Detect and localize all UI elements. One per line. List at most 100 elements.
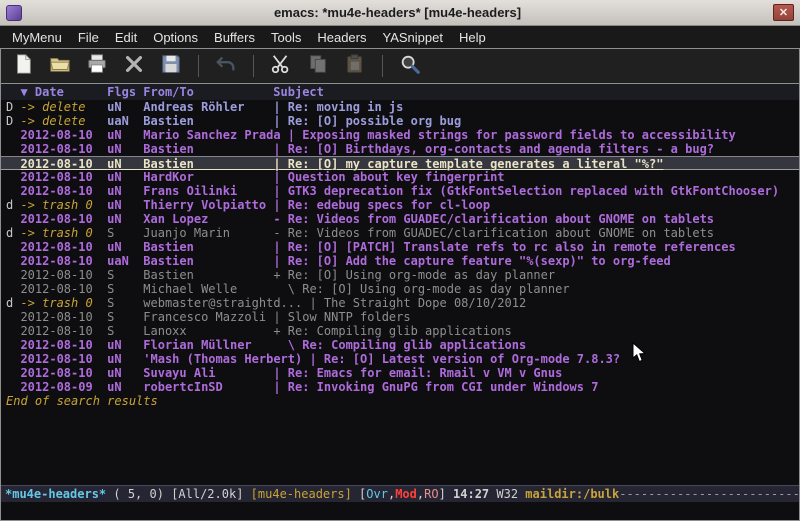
cell-subject: \ Re: Compiling glib applications (273, 338, 526, 352)
menu-yasnippet[interactable]: YASnippet (374, 28, 450, 47)
message-row[interactable]: 2012-08-10 uN Frans Oilinki | GTK3 depre… (1, 184, 799, 198)
cell-flags: S (107, 310, 143, 324)
menu-buffers[interactable]: Buffers (206, 28, 263, 47)
cell-subject: | The Straight Dope 08/10/2012 (309, 296, 526, 310)
toolbar-new-file-button[interactable] (9, 52, 37, 80)
toolbar-close-buffer-button[interactable] (120, 52, 148, 80)
cell-mark (6, 310, 20, 324)
cell-date: 2012-08-10 (20, 212, 107, 226)
menu-options[interactable]: Options (145, 28, 206, 47)
cell-mark: d (6, 296, 20, 310)
message-row[interactable]: d -> trash 0 S webmaster@straightd... | … (1, 296, 799, 310)
modeline-segment: ] (439, 487, 453, 501)
cell-mark (6, 240, 20, 254)
message-row[interactable]: 2012-08-10 uN Bastien | Re: [O] [PATCH] … (1, 240, 799, 254)
cell-from: Bastien (143, 114, 273, 128)
modeline-segment: RO (424, 487, 438, 501)
cell-from: Mario Sanchez Prada (143, 128, 288, 142)
toolbar-separator (253, 55, 254, 77)
cell-date: 2012-08-10 (20, 157, 107, 171)
minibuffer[interactable] (1, 502, 799, 520)
cell-mark (6, 282, 20, 296)
message-row[interactable]: 2012-08-10 S Michael Welle \ Re: [O] Usi… (1, 282, 799, 296)
toolbar-copy-button (304, 52, 332, 80)
cell-from: robertcInSD (143, 380, 273, 394)
message-row[interactable]: 2012-08-10 uN Suvayu Ali | Re: Emacs for… (1, 366, 799, 380)
menu-edit[interactable]: Edit (107, 28, 145, 47)
cell-date: -> trash 0 (20, 226, 107, 240)
message-row[interactable]: 2012-08-10 uN Bastien | Re: [O] Birthday… (1, 142, 799, 156)
toolbar-open-file-button[interactable] (46, 52, 74, 80)
cell-date: 2012-08-10 (20, 366, 107, 380)
message-row[interactable]: 2012-08-10 S Lanoxx + Re: Compiling glib… (1, 324, 799, 338)
cell-date: -> trash 0 (20, 296, 107, 310)
message-row[interactable]: 2012-08-10 uN Florian Müllner \ Re: Comp… (1, 338, 799, 352)
cell-flags: S (107, 226, 143, 240)
cell-flags: uN (107, 366, 143, 380)
toolbar-print-button[interactable] (83, 52, 111, 80)
end-of-results: End of search results (1, 394, 799, 408)
cell-subject: | GTK3 deprecation fix (GtkFontSelection… (273, 184, 779, 198)
toolbar-save-button[interactable] (157, 52, 185, 80)
close-button[interactable]: ✕ (773, 4, 794, 21)
cell-subject: | Re: edebug specs for cl-loop (273, 198, 490, 212)
cell-from: Bastien (143, 254, 273, 268)
message-row[interactable]: 2012-08-10 uN HardKor | Question about k… (1, 170, 799, 184)
message-row[interactable]: 2012-08-10 uN 'Mash (Thomas Herbert) | R… (1, 352, 799, 366)
cell-mark (6, 380, 20, 394)
message-row[interactable]: 2012-08-09 uN robertcInSD | Re: Invoking… (1, 380, 799, 394)
message-row[interactable]: 2012-08-10 uaN Bastien | Re: [O] Add the… (1, 254, 799, 268)
cell-subject: | Re: [O] Birthdays, org-contacts and ag… (273, 142, 714, 156)
cell-flags: uN (107, 240, 143, 254)
cell-mark (6, 254, 20, 268)
message-row[interactable]: 2012-08-10 S Bastien + Re: [O] Using org… (1, 268, 799, 282)
cell-date: -> delete (20, 100, 107, 114)
cell-date: 2012-08-10 (20, 128, 107, 142)
message-row[interactable]: d -> trash 0 uN Thierry Volpiatto | Re: … (1, 198, 799, 212)
cell-flags: uaN (107, 114, 143, 128)
emacs-window: emacs: *mu4e-headers* [mu4e-headers] ✕ M… (0, 0, 800, 521)
cell-date: 2012-08-10 (20, 268, 107, 282)
cell-from: Xan Lopez (143, 212, 273, 226)
paste-icon (344, 53, 366, 79)
toolbar-cut-button[interactable] (267, 52, 295, 80)
cell-mark: d (6, 198, 20, 212)
cell-from: Bastien (143, 157, 273, 171)
menu-file[interactable]: File (70, 28, 107, 47)
cell-flags: S (107, 296, 143, 310)
toolbar-search-button[interactable] (396, 52, 424, 80)
message-row[interactable]: 2012-08-10 S Francesco Mazzoli | Slow NN… (1, 310, 799, 324)
modeline-segment: W32 (496, 487, 525, 501)
message-row[interactable]: 2012-08-10 uN Mario Sanchez Prada | Expo… (1, 128, 799, 142)
cell-flags: uN (107, 352, 143, 366)
message-row[interactable]: D -> delete uaN Bastien | Re: [O] possib… (1, 114, 799, 128)
message-row[interactable]: 2012-08-10 uN Bastien | Re: [O] my captu… (1, 156, 799, 170)
cell-from: Francesco Mazzoli (143, 310, 273, 324)
toolbar-undo-button (212, 52, 240, 80)
menu-help[interactable]: Help (451, 28, 494, 47)
modeline-segment: *mu4e-headers* (5, 487, 106, 501)
cell-mark (6, 142, 20, 156)
message-row[interactable]: d -> trash 0 S Juanjo Marin - Re: Videos… (1, 226, 799, 240)
save-icon (160, 53, 182, 79)
cell-mark: D (6, 114, 20, 128)
cell-from: Bastien (143, 268, 273, 282)
cut-icon (270, 53, 292, 79)
cell-subject: | Re: [O] my capture template generates … (273, 157, 663, 171)
cell-subject: | Re: [O] possible org bug (273, 114, 461, 128)
cell-flags: uN (107, 100, 143, 114)
modeline-segment: maildir:/bulk (525, 487, 619, 501)
menu-mymenu[interactable]: MyMenu (4, 28, 70, 47)
cell-mark (6, 352, 20, 366)
cell-mark: D (6, 100, 20, 114)
modeline-segment: ----------------------------------------… (619, 487, 799, 501)
cell-date: -> delete (20, 114, 107, 128)
menu-headers[interactable]: Headers (309, 28, 374, 47)
cell-from: Suvayu Ali (143, 366, 273, 380)
menu-bar: MyMenuFileEditOptionsBuffersToolsHeaders… (0, 26, 800, 48)
message-row[interactable]: D -> delete uN Andreas Röhler | Re: movi… (1, 100, 799, 114)
cell-flags: uN (107, 184, 143, 198)
new-file-icon (12, 53, 34, 79)
message-row[interactable]: 2012-08-10 uN Xan Lopez - Re: Videos fro… (1, 212, 799, 226)
menu-tools[interactable]: Tools (263, 28, 309, 47)
